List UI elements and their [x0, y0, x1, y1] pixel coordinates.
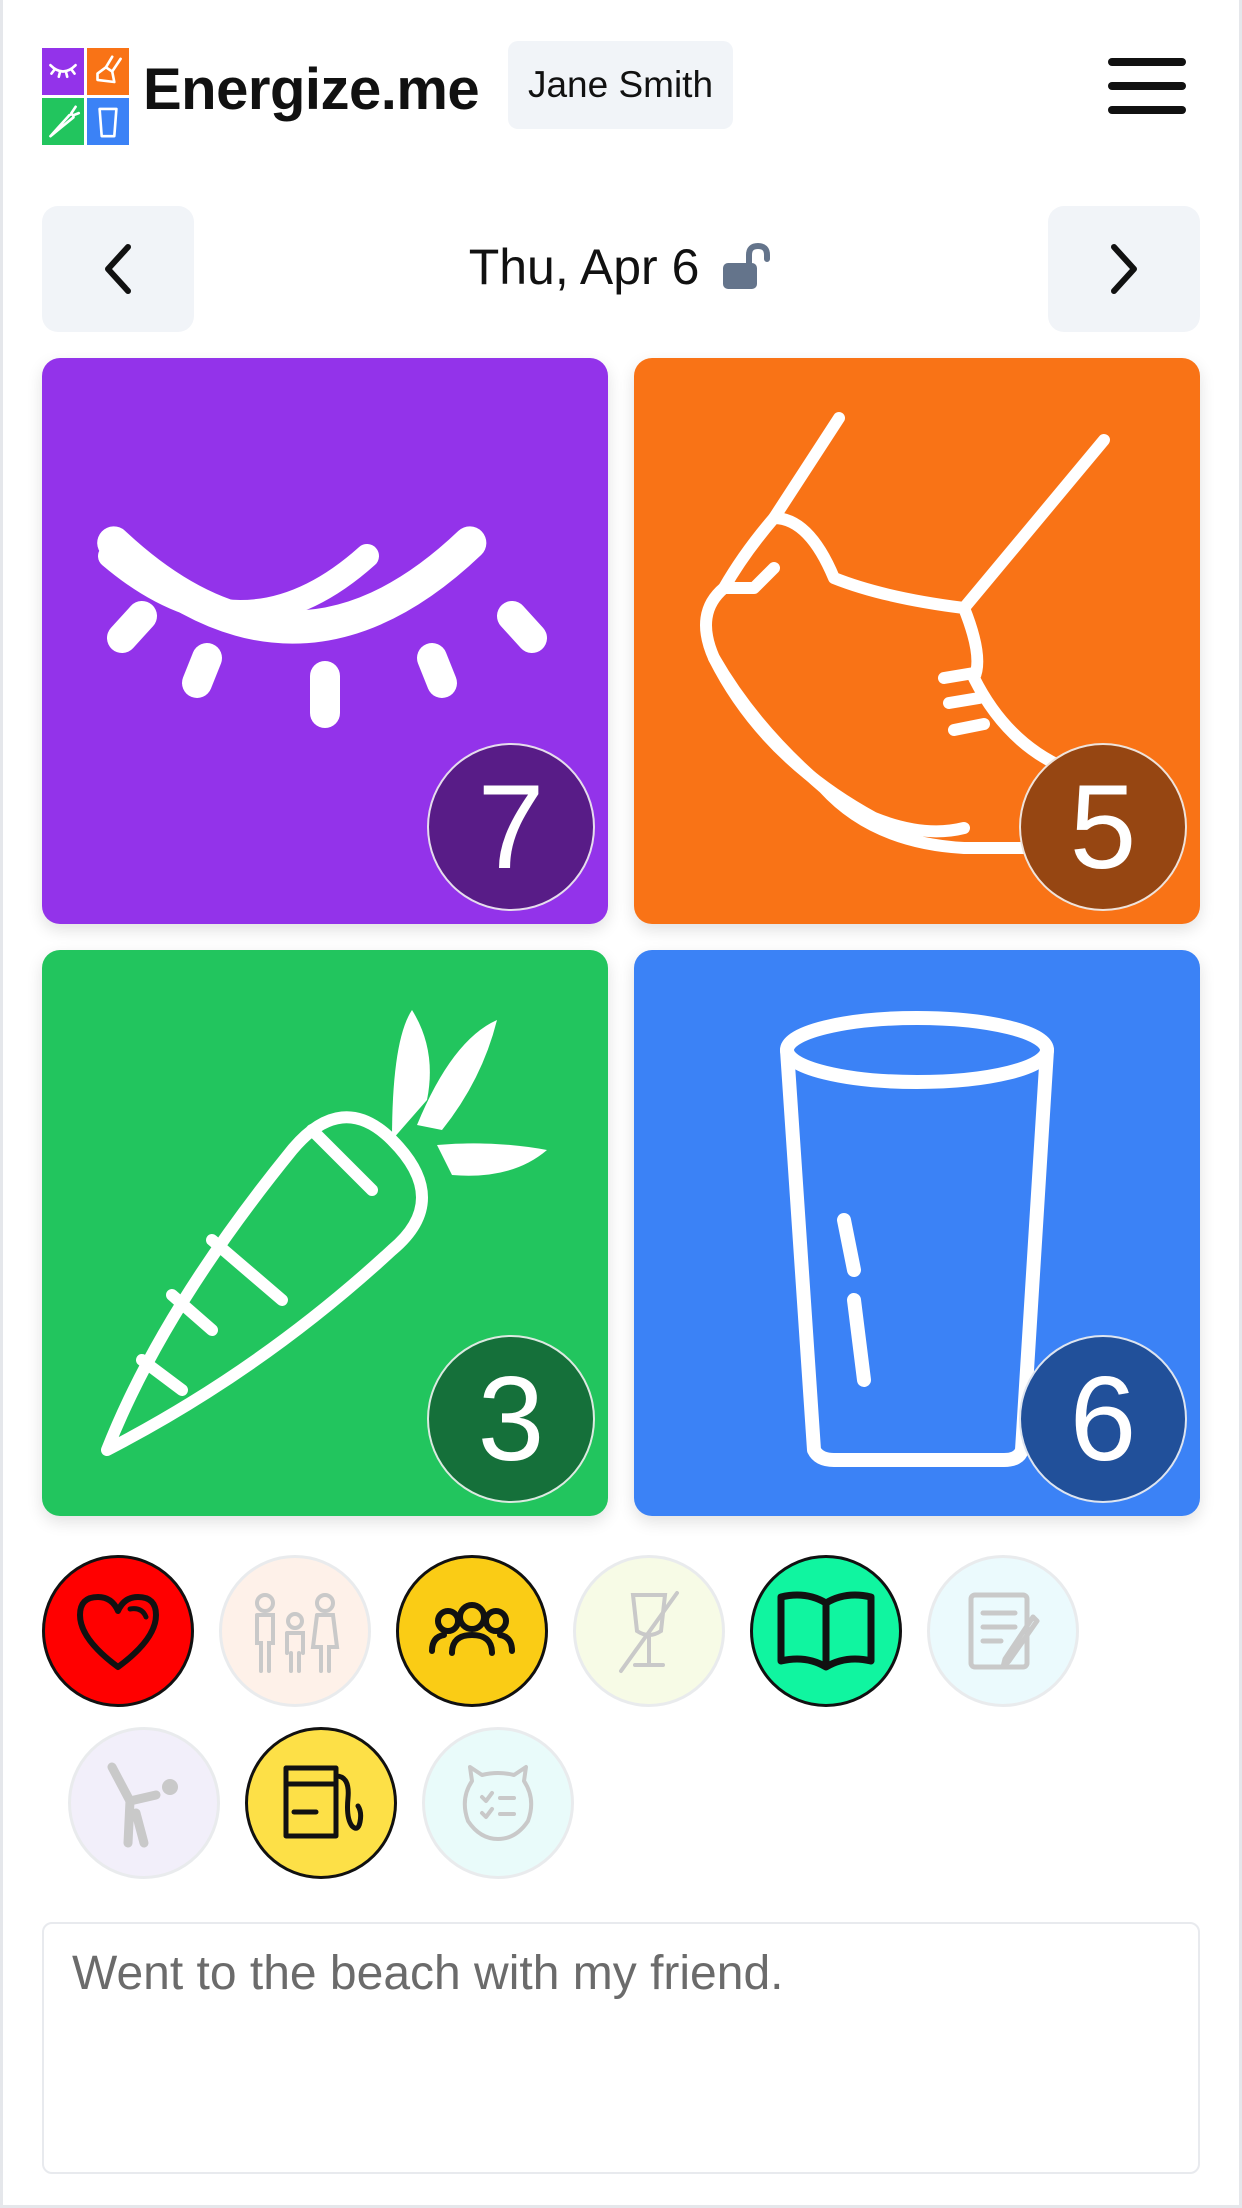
next-day-button[interactable]: [1048, 206, 1200, 332]
chevron-left-icon: [105, 244, 131, 294]
sleep-score-badge[interactable]: 7: [427, 743, 595, 911]
reading-activity-toggle[interactable]: [750, 1555, 902, 1707]
date-display: Thu, Apr 6: [300, 238, 940, 296]
stretching-activity-toggle[interactable]: [68, 1727, 220, 1879]
heart-icon: [77, 1594, 159, 1670]
food-score-badge[interactable]: 3: [427, 1335, 595, 1503]
user-name-badge[interactable]: Jane Smith: [508, 41, 733, 129]
journal-icon: [968, 1592, 1040, 1670]
water-tile[interactable]: 6: [634, 950, 1200, 1516]
mood-icon: [462, 1765, 534, 1841]
no-alcohol-activity-toggle[interactable]: [573, 1555, 725, 1707]
logo-sleep-quadrant: [42, 48, 84, 95]
daily-notes-textarea[interactable]: Went to the beach with my friend.: [42, 1922, 1200, 2174]
app-logo[interactable]: [42, 48, 129, 145]
family-activity-toggle[interactable]: [219, 1555, 371, 1707]
journaling-activity-toggle[interactable]: [927, 1555, 1079, 1707]
sleep-tile[interactable]: 7: [42, 358, 608, 924]
no-drink-icon: [619, 1591, 679, 1673]
book-icon: [777, 1591, 875, 1671]
chevron-right-icon: [1111, 244, 1137, 294]
exercise-score-badge[interactable]: 5: [1019, 743, 1187, 911]
friends-activity-toggle[interactable]: [396, 1555, 548, 1707]
family-icon: [255, 1593, 340, 1673]
food-tile[interactable]: 3: [42, 950, 608, 1516]
header: Energize.me Jane Smith: [0, 0, 1242, 180]
unlocked-padlock-icon[interactable]: [719, 241, 771, 293]
friends-icon: [429, 1602, 515, 1656]
app-title: Energize.me: [143, 57, 480, 122]
previous-day-button[interactable]: [42, 206, 194, 332]
stretch-icon: [107, 1762, 178, 1848]
logo-food-quadrant: [42, 98, 84, 145]
mood-check-activity-toggle[interactable]: [422, 1727, 574, 1879]
date-text: Thu, Apr 6: [468, 239, 700, 295]
floss-icon: [283, 1765, 364, 1839]
logo-exercise-quadrant: [87, 48, 129, 95]
flossing-activity-toggle[interactable]: [245, 1727, 397, 1879]
logo-water-quadrant: [87, 98, 129, 145]
water-score-badge[interactable]: 6: [1019, 1335, 1187, 1503]
hamburger-menu-icon[interactable]: [1108, 58, 1186, 128]
exercise-tile[interactable]: 5: [634, 358, 1200, 924]
love-activity-toggle[interactable]: [42, 1555, 194, 1707]
